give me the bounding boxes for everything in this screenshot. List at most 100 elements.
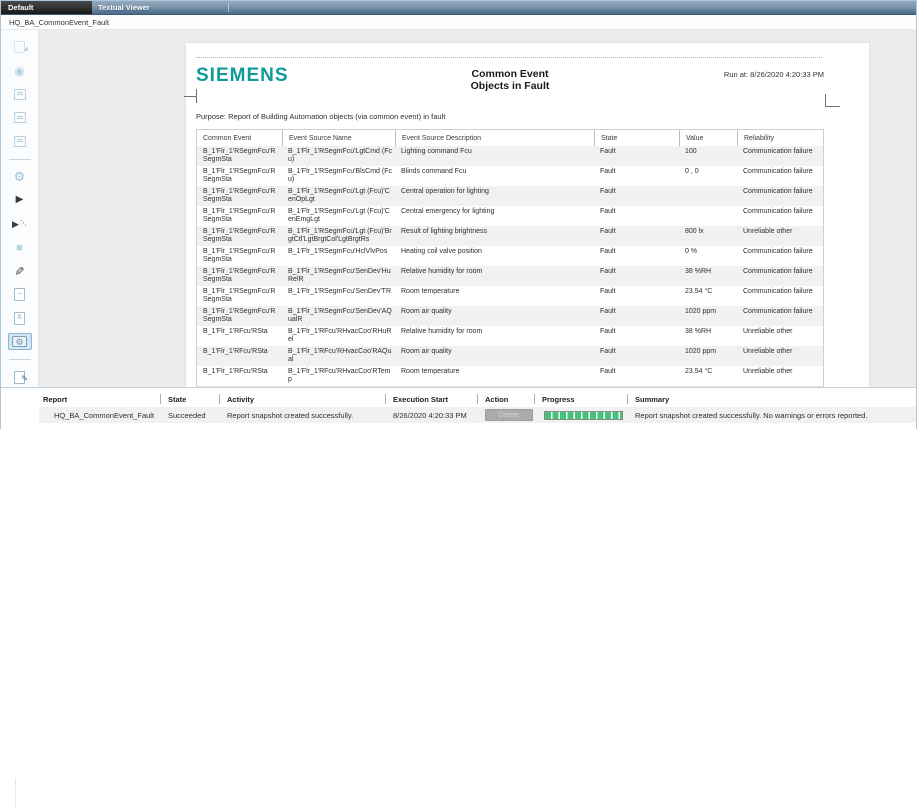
table-cell: Unreliable other (737, 346, 825, 366)
table-cell: Fault (594, 266, 679, 286)
table-row: B_1'Flr_1'RSegmFcu'RSegmStaB_1'Flr_1'RSe… (197, 146, 823, 166)
table-cell: Lighting command Fcu (395, 146, 594, 166)
execution-panel: ReportStateActivityExecution StartAction… (1, 387, 916, 430)
stop-button[interactable] (8, 239, 32, 256)
stop-icon (16, 242, 23, 254)
edit-button[interactable] (8, 263, 32, 280)
table-row: B_1'Flr_1'RFcu'RStaB_1'Flr_1'RFcu'RHvacC… (197, 346, 823, 366)
table-cell: B_1'Flr_1'RSegmFcu'RSegmSta (197, 146, 282, 166)
run-report-icon (16, 194, 24, 206)
table-cell: B_1'Flr_1'RSegmFcu'LgtCmd (Fcu) (282, 146, 395, 166)
execution-activity: Report snapshot created successfully. (223, 411, 389, 420)
table-cell: Room temperature (395, 286, 594, 306)
report-toolbar: ~X (1, 30, 39, 428)
table-row: B_1'Flr_1'RSegmFcu'RSegmStaB_1'Flr_1'RSe… (197, 226, 823, 246)
column-header: Event Source Name (282, 130, 395, 146)
execution-state: Succeeded (164, 411, 223, 420)
panel-column-header: Summary (631, 391, 916, 407)
report-table-header: Common EventEvent Source NameEvent Sourc… (197, 130, 823, 146)
table-cell: Fault (594, 286, 679, 306)
run-report-options-button[interactable] (8, 216, 32, 233)
table-cell: Fault (594, 146, 679, 166)
column-header: State (594, 130, 679, 146)
report-title-line2: Objects in Fault (196, 80, 824, 92)
toolbar-separator (9, 159, 31, 160)
save-as-icon (14, 112, 26, 123)
report-table: Common EventEvent Source NameEvent Sourc… (196, 129, 824, 387)
column-header: Common Event (197, 130, 282, 146)
table-cell: Unreliable other (737, 366, 825, 386)
column-header: Event Source Description (395, 130, 594, 146)
save-history-button[interactable] (8, 133, 32, 150)
table-row: B_1'Flr_1'RSegmFcu'RSegmStaB_1'Flr_1'RSe… (197, 286, 823, 306)
table-cell: Communication failure (737, 166, 825, 186)
table-cell: 38 %RH (679, 326, 737, 346)
new-document-button[interactable] (8, 369, 32, 386)
table-cell: B_1'Flr_1'RSegmFcu'Lgt (Fcu)'CenOpLgt (282, 186, 395, 206)
export-excel-icon: X (14, 312, 25, 325)
table-cell: B_1'Flr_1'RSegmFcu'RSegmSta (197, 286, 282, 306)
settings-button[interactable] (8, 169, 32, 186)
table-cell: B_1'Flr_1'RSegmFcu'Lgt (Fcu)'CenEmgLgt (282, 206, 395, 226)
table-cell: 38 %RH (679, 266, 737, 286)
save-button[interactable] (8, 86, 32, 103)
table-cell: Fault (594, 246, 679, 266)
panel-column-header: Execution Start (389, 391, 481, 407)
execution-panel-header: ReportStateActivityExecution StartAction… (39, 391, 916, 407)
table-cell: B_1'Flr_1'RFcu'RHvacCoo'RHuRel (282, 326, 395, 346)
table-cell: Heating coil valve position (395, 246, 594, 266)
table-cell: B_1'Flr_1'RSegmFcu'SenDev'TR (282, 286, 395, 306)
snapshot-button[interactable] (8, 333, 32, 350)
table-cell: Fault (594, 226, 679, 246)
report-purpose: Purpose: Report of Building Automation o… (196, 112, 445, 121)
tab-bar: Default Textual Viewer (1, 1, 916, 15)
table-cell: B_1'Flr_1'RSegmFcu'SenDev'HuRelR (282, 266, 395, 286)
table-cell: Fault (594, 166, 679, 186)
snapshot-icon (12, 336, 27, 347)
export-report-icon (14, 41, 25, 53)
table-cell: B_1'Flr_1'RSegmFcu'SenDev'AQualR (282, 306, 395, 326)
column-header: Reliability (737, 130, 825, 146)
run-report-button[interactable] (8, 192, 32, 209)
table-cell: Central emergency for lighting (395, 206, 594, 226)
execution-row[interactable]: HQ_BA_CommonEvent_Fault Succeeded Report… (39, 407, 916, 423)
refresh-button[interactable] (8, 63, 32, 80)
progress-bar-fill (545, 412, 622, 419)
table-row: B_1'Flr_1'RFcu'RStaB_1'Flr_1'RFcu'RHvacC… (197, 366, 823, 386)
table-cell: Fault (594, 366, 679, 386)
table-cell: Fault (594, 326, 679, 346)
table-cell: B_1'Flr_1'RSegmFcu'BlsCmd (Fcu) (282, 166, 395, 186)
panel-column-header: Action (481, 391, 538, 407)
table-cell: Fault (594, 346, 679, 366)
table-cell: B_1'Flr_1'RSegmFcu'Lgt (Fcu)'BrgtCtl'Lgt… (282, 226, 395, 246)
table-cell: B_1'Flr_1'RSegmFcu'HclVlvPos (282, 246, 395, 266)
table-cell: Room temperature (395, 366, 594, 386)
table-cell: 800 lx (679, 226, 737, 246)
table-cell: Blinds command Fcu (395, 166, 594, 186)
export-excel-button[interactable]: X (8, 310, 32, 327)
delete-button[interactable]: Delete (485, 409, 533, 421)
refresh-icon (14, 65, 24, 77)
table-cell: B_1'Flr_1'RFcu'RSta (197, 346, 282, 366)
table-cell: B_1'Flr_1'RSegmFcu'RSegmSta (197, 226, 282, 246)
document-tab[interactable]: HQ_BA_CommonEvent_Fault (1, 18, 109, 27)
table-cell: Relative humidity for room (395, 266, 594, 286)
save-icon (14, 89, 26, 100)
report-viewer: SIEMENS Common Event Objects in Fault Ru… (39, 30, 916, 387)
table-row: B_1'Flr_1'RSegmFcu'RSegmStaB_1'Flr_1'RSe… (197, 266, 823, 286)
export-pdf-icon: ~ (14, 288, 25, 301)
table-row: B_1'Flr_1'RSegmFcu'RSegmStaB_1'Flr_1'RSe… (197, 306, 823, 326)
table-cell: 100 (679, 146, 737, 166)
table-row: B_1'Flr_1'RSegmFcu'RSegmStaB_1'Flr_1'RSe… (197, 246, 823, 266)
table-cell: Communication failure (737, 306, 825, 326)
save-as-button[interactable] (8, 110, 32, 127)
execution-report-name: HQ_BA_CommonEvent_Fault (39, 411, 164, 420)
execution-summary: Report snapshot created successfully. No… (631, 411, 916, 420)
table-cell: B_1'Flr_1'RSegmFcu'RSegmSta (197, 166, 282, 186)
tab-textual-viewer[interactable]: Textual Viewer (92, 1, 222, 14)
page-header-boundary (196, 57, 822, 58)
export-pdf-button[interactable]: ~ (8, 286, 32, 303)
tab-default[interactable]: Default (1, 1, 92, 14)
table-cell: B_1'Flr_1'RFcu'RHvacCoo'RAQual (282, 346, 395, 366)
new-document-icon (14, 371, 25, 384)
